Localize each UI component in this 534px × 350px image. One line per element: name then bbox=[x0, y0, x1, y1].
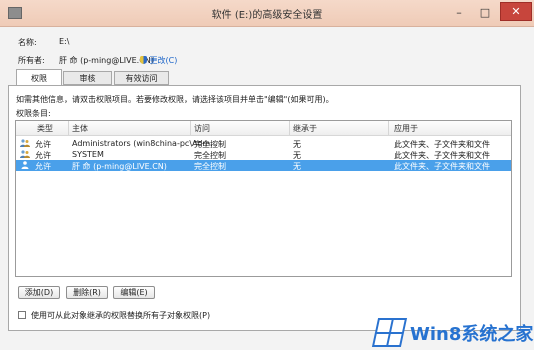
watermark: Win8系统之家 bbox=[369, 313, 534, 350]
column-type[interactable]: 类型 bbox=[37, 123, 53, 134]
name-value: E:\ bbox=[59, 37, 70, 46]
instructions-text: 如需其他信息，请双击权限项目。若要修改权限，请选择该项目并单击"编辑"(如果可用… bbox=[16, 95, 334, 104]
table-row[interactable]: 允许 SYSTEM 完全控制 无 此文件夹、子文件夹和文件 bbox=[16, 149, 511, 160]
column-applies-to[interactable]: 应用于 bbox=[394, 123, 418, 134]
permission-table[interactable]: 类型 主体 访问 继承于 应用于 允许 Administrators (win8… bbox=[15, 120, 512, 277]
remove-button[interactable]: 删除(R) bbox=[66, 286, 108, 299]
group-icon bbox=[20, 150, 30, 158]
column-separator[interactable] bbox=[190, 121, 191, 135]
row-access: 完全控制 bbox=[194, 162, 226, 171]
row-type: 允许 bbox=[35, 162, 51, 171]
column-principal[interactable]: 主体 bbox=[72, 123, 88, 134]
row-principal: 肝 命 (p-ming@LIVE.CN) bbox=[72, 162, 167, 171]
tab-effective-access[interactable]: 有效访问 bbox=[114, 71, 169, 85]
permission-entries-label: 权限条目: bbox=[16, 109, 51, 118]
table-row[interactable]: 允许 Administrators (win8china-pc\Adm... 完… bbox=[16, 138, 511, 149]
table-header: 类型 主体 访问 继承于 应用于 bbox=[16, 121, 511, 136]
group-icon bbox=[20, 139, 30, 147]
maximize-button[interactable]: □ bbox=[474, 3, 496, 21]
replace-permissions-label: 使用可从此对象继承的权限替换所有子对象权限(P) bbox=[31, 311, 211, 320]
column-separator[interactable] bbox=[68, 121, 69, 135]
column-separator[interactable] bbox=[289, 121, 290, 135]
tab-permissions[interactable]: 权限 bbox=[16, 69, 62, 86]
column-access[interactable]: 访问 bbox=[194, 123, 210, 134]
change-owner-link[interactable]: 更改(C) bbox=[137, 55, 177, 66]
tab-auditing[interactable]: 审核 bbox=[63, 71, 112, 85]
close-button[interactable]: ✕ bbox=[500, 2, 532, 21]
shield-icon bbox=[140, 56, 147, 64]
user-icon bbox=[21, 161, 29, 169]
replace-permissions-checkbox[interactable] bbox=[18, 311, 26, 319]
row-applies-to: 此文件夹、子文件夹和文件 bbox=[394, 162, 490, 171]
row-inherited: 无 bbox=[293, 162, 301, 171]
column-inherited[interactable]: 继承于 bbox=[293, 123, 317, 134]
edit-button[interactable]: 编辑(E) bbox=[113, 286, 155, 299]
change-owner-label: 更改(C) bbox=[149, 56, 178, 65]
watermark-text: Win8系统之家 bbox=[410, 324, 534, 345]
name-label: 名称: bbox=[18, 38, 37, 47]
owner-label: 所有者: bbox=[18, 56, 45, 65]
windows-logo-icon bbox=[371, 318, 408, 347]
row-principal: SYSTEM bbox=[72, 150, 104, 159]
add-button[interactable]: 添加(D) bbox=[18, 286, 60, 299]
minimize-button[interactable]: – bbox=[448, 3, 470, 21]
column-separator[interactable] bbox=[388, 121, 389, 135]
table-row-selected[interactable]: 允许 肝 命 (p-ming@LIVE.CN) 完全控制 无 此文件夹、子文件夹… bbox=[16, 160, 511, 171]
